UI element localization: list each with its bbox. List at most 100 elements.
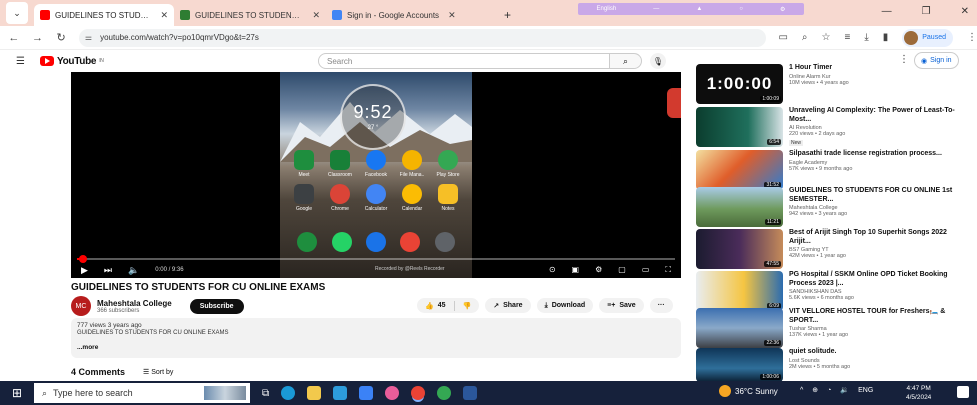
progress-bar[interactable]	[77, 255, 675, 263]
cast-icon[interactable]: ▭	[778, 32, 787, 43]
list-item[interactable]: 11:21 GUIDELINES TO STUDENTS FOR CU ONLI…	[696, 187, 968, 227]
more-actions-button[interactable]: ···	[649, 298, 673, 313]
video-thumbnail[interactable]: 22:36	[696, 308, 783, 348]
video-title[interactable]: Silpasathi trade license registration pr…	[789, 150, 967, 159]
word-icon[interactable]	[463, 386, 478, 400]
chrome-profile-icon[interactable]	[437, 386, 452, 400]
channel-name[interactable]: Maheshtala College	[97, 299, 172, 308]
video-thumbnail[interactable]: 6:09	[696, 271, 783, 311]
video-thumbnail[interactable]: 1:00:06	[696, 348, 783, 382]
video-title[interactable]: 1 Hour Timer	[789, 64, 967, 73]
search-button[interactable]: ⌕	[610, 53, 642, 69]
thumbs-down-icon[interactable]: 👎	[463, 302, 480, 310]
settings-gear-icon[interactable]: ⚙	[595, 265, 602, 275]
close-tab-icon[interactable]: ✕	[448, 10, 456, 21]
notifications-icon[interactable]	[957, 386, 969, 398]
zoom-icon[interactable]: ⌕	[802, 32, 808, 43]
youtube-logo[interactable]: YouTube IN	[40, 56, 104, 67]
reload-icon[interactable]: ↻	[51, 31, 71, 44]
language-indicator[interactable]: ENG	[858, 387, 873, 394]
show-more-link[interactable]: ...more	[77, 344, 675, 351]
list-item[interactable]: 1:00:00 1:00:09 1 Hour Timer Online Alar…	[696, 64, 968, 104]
tab-guidelines-2[interactable]: GUIDELINES TO STUDENTS FOR ✕	[174, 4, 326, 26]
paint-icon[interactable]	[385, 386, 400, 400]
theater-mode-icon[interactable]: ▭	[642, 265, 650, 275]
save-button[interactable]: ≡+ Save	[599, 298, 644, 313]
chevron-up-icon[interactable]: ^	[800, 387, 803, 394]
volume-icon[interactable]: 🔈	[128, 265, 139, 276]
sort-by-button[interactable]: ☰ Sort by	[143, 368, 173, 376]
share-button[interactable]: ↗ Share	[485, 298, 531, 313]
close-tab-icon[interactable]: ✕	[160, 10, 168, 21]
download-button[interactable]: ⤓ Download	[536, 298, 594, 313]
taskbar-search-input[interactable]: ⌕ Type here to search	[34, 383, 250, 403]
description-box[interactable]: 777 views 3 years ago GUIDELINES TO STUD…	[71, 318, 681, 358]
tab-search-menu-button[interactable]: ⌄	[6, 2, 28, 24]
profile-paused-button[interactable]: Paused	[902, 28, 953, 47]
hamburger-menu-icon[interactable]: ☰	[16, 56, 30, 67]
video-player[interactable]: 9:52 27 ° Meet Classroom Facebook File M…	[71, 72, 681, 278]
autoplay-toggle-icon[interactable]: ⊙	[549, 265, 556, 275]
weather-widget[interactable]: 36°C Sunny	[719, 385, 778, 397]
circle-icon[interactable]: ○	[739, 6, 743, 12]
play-icon[interactable]: ▶	[81, 265, 88, 276]
side-panel-icon[interactable]: ▮	[883, 32, 889, 43]
task-view-icon[interactable]: ⧉	[262, 388, 269, 399]
bookmark-star-icon[interactable]: ☆	[822, 32, 831, 43]
thumbs-up-icon[interactable]: 👍	[425, 302, 434, 310]
video-thumbnail[interactable]: 11:21	[696, 187, 783, 227]
list-item[interactable]: 22:36 VIT VELLORE HOSTEL TOUR for Freshe…	[696, 308, 968, 348]
wifi-icon[interactable]: ◔	[827, 387, 831, 394]
close-window-icon[interactable]: ✕	[961, 6, 969, 17]
list-item[interactable]: 6:54 Unraveling AI Complexity: The Power…	[696, 107, 968, 147]
arrow-icon[interactable]: ▲	[696, 6, 702, 12]
subtitles-icon[interactable]: ▣	[572, 265, 580, 275]
url-field[interactable]: ⚌ youtube.com/watch?v=po10qmrVDgo&t=27s	[78, 28, 767, 47]
subscribe-button[interactable]: Subscribe	[189, 298, 244, 314]
site-info-icon[interactable]: ⚌	[85, 33, 92, 42]
voice-search-button[interactable]: 🎙	[650, 53, 666, 69]
back-arrow-icon[interactable]: ←	[4, 32, 24, 44]
maximize-icon[interactable]: ❐	[922, 6, 931, 17]
tab-google-sign-in[interactable]: Sign in - Google Accounts ✕	[326, 4, 496, 26]
browser-menu-icon[interactable]: ⋮	[967, 32, 977, 43]
download-icon[interactable]: ⤓	[864, 32, 868, 43]
edge-icon[interactable]	[281, 386, 296, 400]
close-tab-icon[interactable]: ✕	[312, 10, 320, 21]
minimize-icon[interactable]: —	[882, 6, 892, 17]
gear-icon[interactable]: ⚙	[780, 6, 785, 13]
like-count[interactable]: 45	[438, 302, 446, 309]
mail-icon[interactable]	[359, 386, 374, 400]
video-title[interactable]: Unraveling AI Complexity: The Power of L…	[789, 107, 967, 124]
next-icon[interactable]: ⏭	[104, 265, 112, 276]
floating-toolbar[interactable]: English — ▲ ○ ⚙	[578, 3, 804, 15]
speaker-icon[interactable]: 🔉	[840, 386, 849, 394]
list-item[interactable]: 6:09 PG Hospital / SSKM Online OPD Ticke…	[696, 271, 968, 311]
video-title[interactable]: GUIDELINES TO STUDENTS FOR CU ONLINE 1st…	[789, 187, 967, 204]
list-item[interactable]: 47:55 Best of Arijit Singh Top 10 Superh…	[696, 229, 968, 269]
fullscreen-icon[interactable]: ⛶	[665, 265, 671, 275]
video-title[interactable]: PG Hospital / SSKM Online OPD Ticket Boo…	[789, 271, 967, 288]
taskbar-clock[interactable]: 4:47 PM 4/5/2024	[906, 384, 931, 402]
video-thumbnail[interactable]: 31:52	[696, 150, 783, 190]
extensions-icon[interactable]: ≡	[844, 32, 850, 43]
miniplayer-icon[interactable]: ▢	[618, 265, 626, 275]
store-icon[interactable]	[333, 386, 348, 400]
chrome-icon[interactable]	[411, 386, 426, 400]
video-thumbnail[interactable]: 47:55	[696, 229, 783, 269]
forward-arrow-icon[interactable]: →	[28, 32, 48, 44]
search-input[interactable]: Search	[318, 53, 610, 69]
list-item[interactable]: 31:52 Silpasathi trade license registrat…	[696, 150, 968, 190]
video-thumbnail[interactable]: 6:54	[696, 107, 783, 147]
network-icon[interactable]: ⊕	[812, 386, 818, 394]
video-thumbnail[interactable]: 1:00:00 1:00:09	[696, 64, 783, 104]
video-title[interactable]: Best of Arijit Singh Top 10 Superhit Son…	[789, 229, 967, 246]
start-button[interactable]: ⊞	[4, 386, 30, 400]
file-explorer-icon[interactable]	[307, 386, 322, 400]
video-title[interactable]: quiet solitude.	[789, 348, 967, 357]
new-tab-button[interactable]: +	[504, 8, 511, 22]
video-title[interactable]: VIT VELLORE HOSTEL TOUR for Freshers🛏️ &…	[789, 308, 967, 325]
list-item[interactable]: 1:00:06 quiet solitude. Lost Sounds 2M v…	[696, 348, 968, 382]
tab-guidelines-1[interactable]: GUIDELINES TO STUDENTS FOR ✕	[34, 4, 174, 26]
minus-icon[interactable]: —	[653, 6, 659, 12]
